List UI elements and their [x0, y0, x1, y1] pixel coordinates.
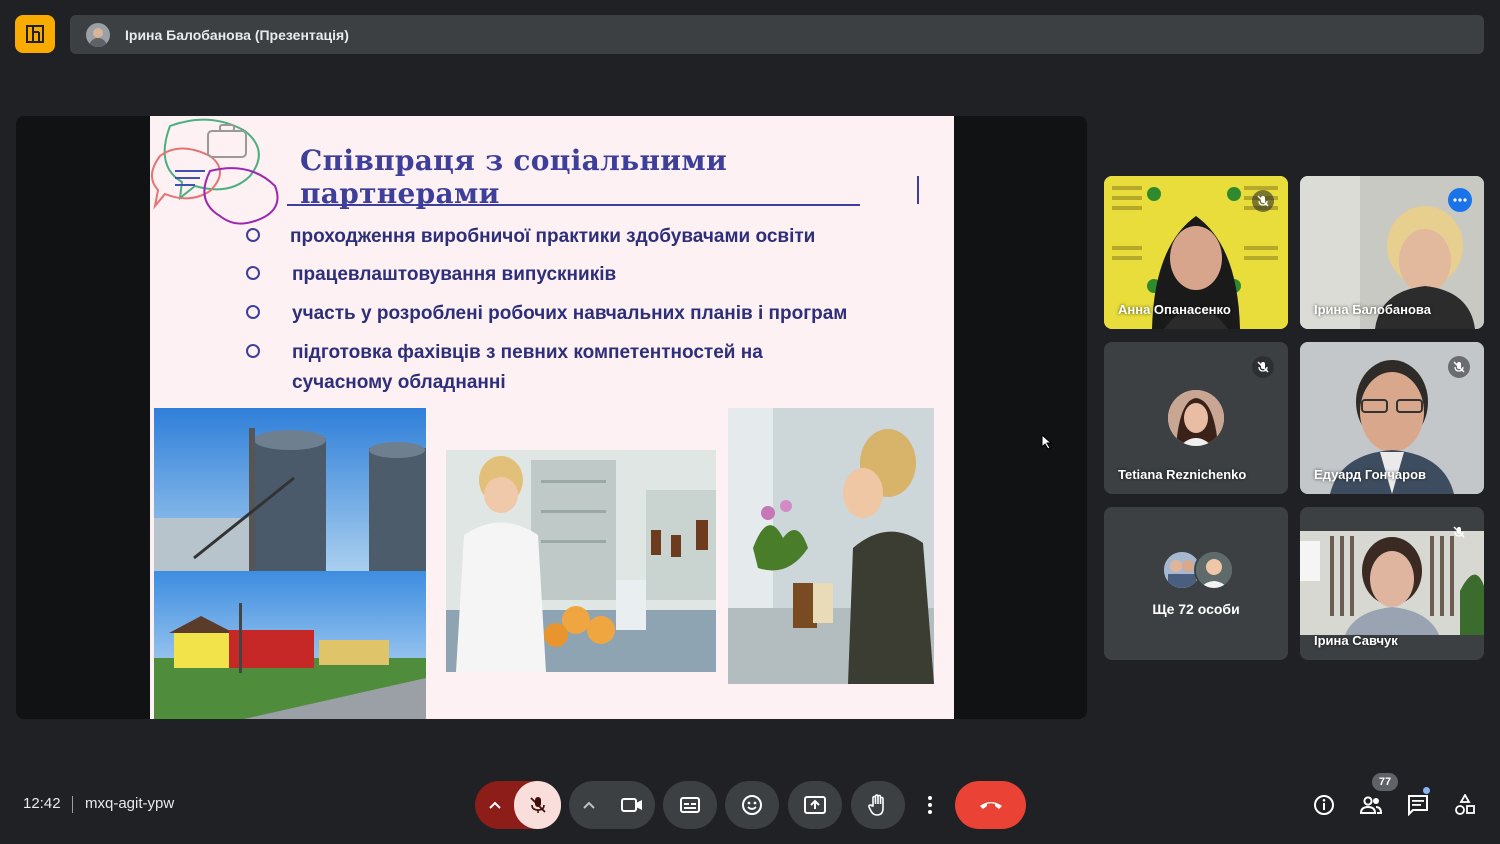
mouse-cursor-icon — [1041, 434, 1053, 450]
bullet-circle — [246, 266, 260, 280]
chat-icon — [1408, 795, 1428, 816]
meeting-details-button[interactable] — [1312, 793, 1336, 817]
end-call-button[interactable] — [955, 781, 1026, 829]
presentation-slide: Співпраця з соціальними партнерами прохо… — [150, 116, 954, 719]
bullet-circle — [246, 305, 260, 319]
chevron-up-icon — [489, 801, 501, 809]
slide-bullet: участь у розроблені робочих навчальних п… — [246, 299, 847, 329]
captions-button[interactable] — [663, 781, 717, 829]
participant-video — [1300, 531, 1484, 635]
layout-button[interactable] — [15, 15, 55, 53]
present-screen-button[interactable] — [788, 781, 842, 829]
emoji-button[interactable] — [725, 781, 779, 829]
slide-bullet: підготовка фахівців з певних компетентно… — [246, 338, 866, 398]
participant-tile-active[interactable]: Ірина Балобанова — [1300, 176, 1484, 329]
mic-off-icon — [1257, 361, 1269, 373]
presenter-bar[interactable]: Ірина Балобанова (Презентація) — [70, 15, 1484, 54]
chat-notification-dot — [1423, 787, 1430, 794]
mic-off-icon — [529, 797, 546, 813]
videocam-icon — [620, 798, 642, 812]
slide-bullet: працевлаштовування випускників — [246, 260, 616, 290]
audio-control-group — [475, 781, 561, 829]
chat-button[interactable] — [1406, 793, 1430, 817]
video-options-button[interactable] — [569, 781, 609, 829]
more-participants-tile[interactable]: Ще 72 особи — [1104, 507, 1288, 660]
raise-hand-button[interactable] — [851, 781, 905, 829]
mic-off-icon — [1453, 526, 1465, 538]
silo-photo — [154, 408, 426, 719]
bullet-circle — [246, 228, 260, 242]
footer-divider — [72, 796, 73, 813]
slide-bullet: проходження виробничої практики здобувач… — [246, 222, 815, 252]
camera-toggle-button[interactable] — [608, 781, 655, 829]
bullet-text: працевлаштовування випускників — [292, 264, 617, 285]
audio-options-button[interactable] — [475, 781, 515, 829]
present-screen-icon — [804, 796, 826, 814]
meeting-code: mxq-agit-ypw — [85, 795, 175, 812]
call-end-icon — [979, 802, 1002, 809]
people-count-badge: 77 — [1372, 773, 1398, 791]
tile-mute-badge — [1252, 190, 1274, 212]
layout-icon — [26, 25, 44, 43]
avatar — [1168, 390, 1224, 446]
presenter-title: Ірина Балобанова (Презентація) — [125, 26, 349, 43]
activities-icon — [1455, 794, 1475, 815]
bullet-text: підготовка фахівців з певних компетентно… — [292, 342, 763, 393]
mic-off-icon — [1257, 195, 1269, 207]
raise-hand-icon — [868, 794, 884, 816]
participant-tile[interactable]: Едуард Гончаров — [1300, 342, 1484, 494]
bullet-circle — [246, 344, 260, 358]
avatar — [1194, 550, 1234, 590]
laboratory-photo — [446, 450, 716, 672]
more-options-button[interactable] — [913, 781, 947, 829]
more-participants-label: Ще 72 особи — [1152, 601, 1240, 617]
tile-mute-badge — [1448, 356, 1470, 378]
info-icon — [1314, 795, 1334, 815]
title-tick — [917, 176, 919, 204]
tile-more-options-button[interactable] — [1448, 188, 1472, 212]
presenter-avatar — [86, 22, 110, 47]
emoji-icon — [742, 795, 762, 815]
participant-name: Ірина Балобанова — [1314, 302, 1431, 317]
participant-tile[interactable]: Анна Опанасенко — [1104, 176, 1288, 329]
activities-button[interactable] — [1453, 793, 1477, 817]
more-vert-icon — [928, 796, 932, 814]
participant-name: Tetiana Reznichenko — [1118, 467, 1247, 482]
people-icon — [1359, 796, 1383, 814]
more-options-icon — [1453, 198, 1467, 202]
student-lab-photo — [728, 408, 934, 684]
bullet-text: проходження виробничої практики здобувач… — [290, 226, 816, 247]
participant-name: Едуард Гончаров — [1314, 467, 1427, 482]
chevron-up-icon — [583, 801, 595, 809]
participant-tile[interactable]: Tetiana Reznichenko — [1104, 342, 1288, 494]
closed-caption-icon — [680, 797, 700, 813]
title-underline — [287, 204, 860, 206]
clock-time: 12:42 — [23, 795, 61, 812]
participant-name: Анна Опанасенко — [1118, 302, 1231, 317]
participant-tile[interactable]: Ірина Савчук — [1300, 507, 1484, 660]
mic-toggle-button[interactable] — [514, 781, 561, 829]
mic-off-icon — [1453, 361, 1465, 373]
bullet-text: участь у розроблені робочих навчальних п… — [292, 303, 848, 324]
people-button[interactable] — [1359, 793, 1383, 817]
video-control-group — [569, 781, 655, 829]
tile-mute-badge — [1252, 356, 1274, 378]
slide-title: Співпраця з соціальними партнерами — [300, 144, 728, 210]
tile-mute-badge — [1448, 521, 1470, 543]
participant-name: Ірина Савчук — [1314, 633, 1398, 648]
